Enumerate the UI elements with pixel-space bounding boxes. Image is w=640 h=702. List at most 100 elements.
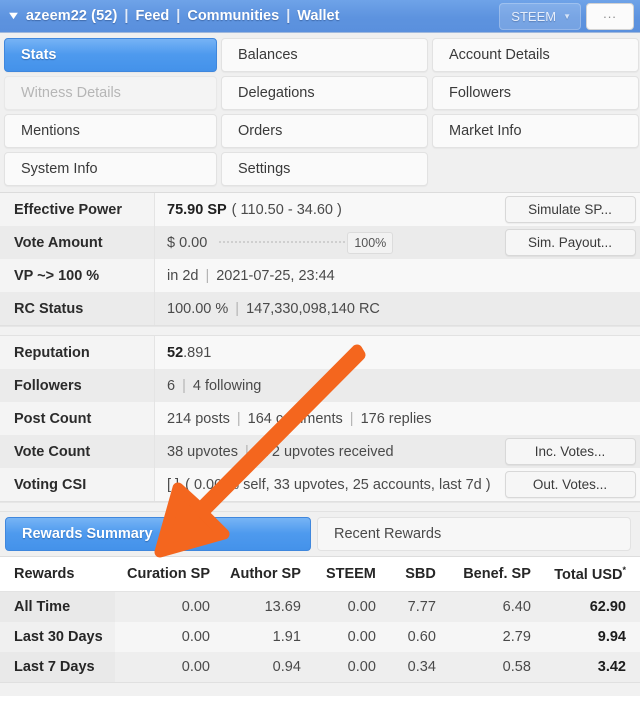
vote-amount-value: $ 0.00	[167, 234, 208, 251]
table-row[interactable]: Last 30 Days 0.00 1.91 0.00 0.60 2.79 9.…	[0, 621, 640, 652]
vote-weight-slider[interactable]: 100%	[219, 231, 394, 254]
col-header-author-sp: Author SP	[220, 557, 311, 592]
stat-label-rc-status: RC Status	[0, 292, 155, 325]
tab-delegations[interactable]: Delegations	[221, 76, 428, 110]
nav-item-wallet[interactable]: Wallet	[297, 8, 339, 24]
stat-row-effective-power: Effective Power 75.90 SP ( 110.50 - 34.6…	[0, 193, 640, 226]
vote-weight-slider-track[interactable]	[219, 240, 350, 245]
section-divider-2	[0, 502, 640, 512]
rewards-tab-bar: Rewards Summary Recent Rewards	[0, 512, 640, 557]
stats-group-power: Effective Power 75.90 SP ( 110.50 - 34.6…	[0, 193, 640, 326]
table-row[interactable]: All Time 0.00 13.69 0.00 7.77 6.40 62.90	[0, 591, 640, 622]
cell-curation-sp: 0.00	[115, 651, 220, 682]
reputation-whole: 52	[167, 344, 184, 361]
stat-action-cell-reputation-empty	[500, 336, 640, 369]
cell-steem: 0.00	[310, 651, 386, 682]
col-header-benef-sp: Benef. SP	[445, 557, 541, 592]
outgoing-votes-button[interactable]: Out. Votes...	[504, 471, 636, 498]
tab-rewards-summary[interactable]: Rewards Summary	[5, 517, 312, 551]
stat-action-cell-out-votes: Out. Votes...	[500, 468, 640, 501]
sim-payout-button[interactable]: Sim. Payout...	[504, 229, 636, 256]
stat-action-cell-simulate-sp: Simulate SP...	[500, 193, 640, 226]
effective-power-range: ( 110.50 - 34.60 )	[231, 201, 342, 218]
cell-author-sp: 13.69	[220, 591, 311, 622]
tab-followers[interactable]: Followers	[432, 76, 639, 110]
cell-total-usd: 3.42	[540, 651, 640, 682]
tab-stats[interactable]: Stats	[4, 38, 217, 72]
stat-label-vote-count: Vote Count	[0, 435, 155, 468]
app-window: ▼ azeem22 (52) | Feed | Communities | Wa…	[0, 0, 640, 702]
vp-timestamp: 2021-07-25, 23:44	[216, 267, 335, 284]
rc-percent: 100.00 %	[167, 300, 229, 317]
tab-balances[interactable]: Balances	[221, 38, 428, 72]
tab-system-info[interactable]: System Info	[4, 152, 217, 186]
tab-row-1: Stats Balances Account Details	[2, 36, 639, 74]
cell-total-usd: 9.94	[540, 621, 640, 652]
nav-account-name[interactable]: azeem22 (52)	[26, 8, 117, 24]
cell-curation-sp: 0.00	[115, 621, 220, 652]
network-selector[interactable]: STEEM ▼	[499, 2, 581, 30]
rewards-table: Rewards Curation SP Author SP STEEM SBD …	[0, 557, 640, 682]
stat-row-vote-count: Vote Count 38 upvotes | 472 upvotes rece…	[0, 435, 640, 468]
incoming-votes-button[interactable]: Inc. Votes...	[504, 438, 636, 465]
chevron-down-icon: ▼	[563, 11, 571, 21]
stat-row-vote-amount: Vote Amount $ 0.00 100% Sim. Payout...	[0, 226, 640, 259]
row-label-all-time: All Time	[0, 591, 115, 622]
more-options-button[interactable]: ...	[586, 2, 634, 30]
cell-steem: 0.00	[310, 591, 386, 622]
tab-market-info[interactable]: Market Info	[432, 114, 639, 148]
tab-settings[interactable]: Settings	[221, 152, 428, 186]
rc-separator: |	[235, 300, 240, 317]
stat-row-voting-csi: Voting CSI [ ] ( 0.00 % self, 33 upvotes…	[0, 468, 640, 501]
post-separator-2: |	[349, 410, 354, 427]
simulate-sp-button[interactable]: Simulate SP...	[504, 196, 636, 223]
stat-label-post-count: Post Count	[0, 402, 155, 435]
col-header-steem: STEEM	[310, 557, 386, 592]
tab-mentions[interactable]: Mentions	[4, 114, 217, 148]
cell-benef-sp: 6.40	[445, 591, 541, 622]
tab-empty-slot	[432, 152, 639, 186]
row-label-last-30-days: Last 30 Days	[0, 621, 115, 652]
rewards-table-head: Rewards Curation SP Author SP STEEM SBD …	[0, 557, 640, 592]
tab-recent-rewards[interactable]: Recent Rewards	[317, 517, 631, 551]
replies-count: 176 replies	[360, 410, 432, 427]
title-bar: ▼ azeem22 (52) | Feed | Communities | Wa…	[0, 0, 640, 33]
stat-row-reputation: Reputation 52.891	[0, 336, 640, 369]
row-label-last-7-days: Last 7 Days	[0, 651, 115, 682]
tab-orders[interactable]: Orders	[221, 114, 428, 148]
cell-steem: 0.00	[310, 621, 386, 652]
nav-separator-2: |	[176, 8, 181, 24]
cell-sbd: 0.34	[385, 651, 446, 682]
stat-row-post-count: Post Count 214 posts | 164 comments | 17…	[0, 402, 640, 435]
nav-separator-3: |	[286, 8, 291, 24]
cell-sbd: 0.60	[385, 621, 446, 652]
stat-label-voting-csi: Voting CSI	[0, 468, 155, 501]
following-count: 4 following	[192, 377, 262, 394]
effective-power-amount: 75.90 SP	[167, 201, 227, 218]
stat-row-followers: Followers 6 | 4 following	[0, 369, 640, 402]
stat-value-post-count: 214 posts | 164 comments | 176 replies	[155, 402, 500, 435]
cell-author-sp: 1.91	[220, 621, 311, 652]
stats-group-social: Reputation 52.891 Followers 6 | 4 follow…	[0, 336, 640, 502]
cell-benef-sp: 0.58	[445, 651, 541, 682]
nav-item-feed[interactable]: Feed	[135, 8, 169, 24]
tab-row-2: Witness Details Delegations Followers	[2, 74, 639, 112]
account-menu-caret-icon[interactable]: ▼	[6, 10, 21, 22]
stat-value-vote-count: 38 upvotes | 472 upvotes received	[155, 435, 500, 468]
stat-label-reputation: Reputation	[0, 336, 155, 369]
tab-account-details[interactable]: Account Details	[432, 38, 639, 72]
section-divider-1	[0, 326, 640, 336]
followers-separator: |	[182, 377, 186, 394]
col-header-curation-sp: Curation SP	[115, 557, 220, 592]
vote-weight-percent: 100%	[347, 231, 394, 254]
cell-author-sp: 0.94	[220, 651, 311, 682]
nav-item-communities[interactable]: Communities	[187, 8, 279, 24]
stat-value-vp: in 2d | 2021-07-25, 23:44	[155, 259, 500, 292]
stat-value-rc-status: 100.00 % | 147,330,098,140 RC	[155, 292, 500, 325]
rewards-header-row: Rewards Curation SP Author SP STEEM SBD …	[0, 557, 640, 592]
stat-action-cell-post-empty	[500, 402, 640, 435]
total-usd-footnote-marker: *	[622, 565, 626, 575]
primary-nav: azeem22 (52) | Feed | Communities | Wall…	[26, 8, 340, 24]
voting-csi-score: [ ]	[167, 476, 180, 493]
table-row[interactable]: Last 7 Days 0.00 0.94 0.00 0.34 0.58 3.4…	[0, 651, 640, 682]
